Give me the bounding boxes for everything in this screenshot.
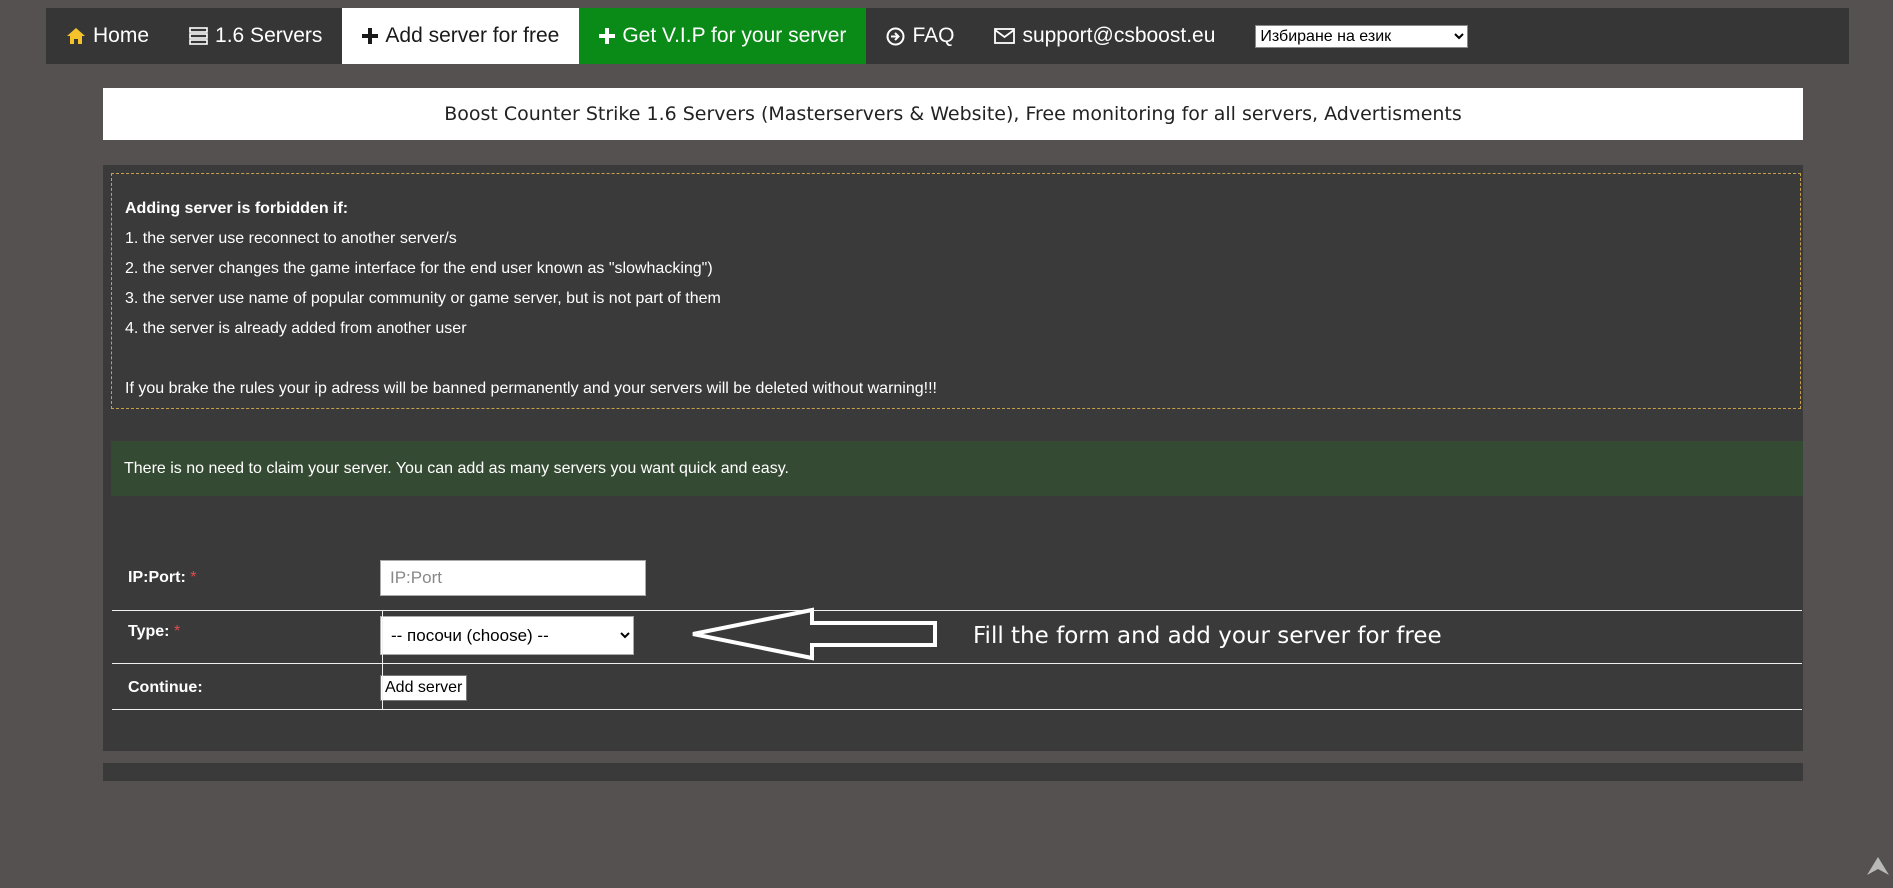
site-banner: Boost Counter Strike 1.6 Servers (Master… [103, 88, 1803, 140]
rules-box: Adding server is forbidden if: 1. the se… [111, 173, 1801, 409]
required-mark: * [190, 569, 197, 586]
nav-add-server-label: Add server for free [385, 24, 560, 47]
plus-icon [362, 28, 379, 44]
row-divider [112, 610, 1802, 611]
left-arrow-icon [692, 607, 937, 661]
row-divider [112, 663, 1802, 664]
rule-item: 3. the server use name of popular commun… [125, 290, 721, 307]
notice-text: There is no need to claim your server. Y… [124, 459, 789, 477]
type-select[interactable]: -- посочи (choose) -- [380, 616, 634, 655]
scroll-to-top-icon[interactable] [1866, 856, 1890, 878]
arrow-circle-icon [886, 27, 905, 46]
nav-servers-label: 1.6 Servers [215, 24, 323, 47]
nav-get-vip-label: Get V.I.P for your server [622, 24, 847, 47]
required-mark: * [173, 622, 181, 640]
rule-item: 4. the server is already added from anot… [125, 320, 467, 337]
main-panel: Adding server is forbidden if: 1. the se… [103, 165, 1803, 751]
ip-port-row: IP:Port: * [112, 560, 1802, 596]
nav-home[interactable]: Home [46, 8, 169, 64]
nav-servers[interactable]: 1.6 Servers [169, 8, 342, 64]
ip-port-input[interactable] [380, 560, 646, 596]
form-hint: Fill the form and add your server for fr… [973, 623, 1442, 649]
nav-faq-label: FAQ [912, 24, 955, 47]
nav-faq[interactable]: FAQ [866, 8, 974, 64]
nav-get-vip[interactable]: Get V.I.P for your server [579, 8, 867, 64]
ip-port-label: IP:Port: * [112, 569, 380, 587]
rules-heading: Adding server is forbidden if: [125, 200, 349, 217]
ip-port-label-text: IP:Port: [128, 569, 186, 586]
language-select[interactable]: Избиране на език [1255, 24, 1469, 48]
top-navigation: Home 1.6 Servers Add server for free Get… [46, 8, 1849, 64]
continue-row: Continue: Add server [112, 675, 1802, 701]
nav-support-email-label: support@csboost.eu [1022, 24, 1216, 47]
server-list-icon [189, 27, 208, 45]
continue-label: Continue: [128, 679, 203, 696]
rule-item: 1. the server use reconnect to another s… [125, 230, 457, 247]
nav-home-label: Home [93, 24, 150, 47]
row-divider [112, 709, 1802, 710]
banner-text: Boost Counter Strike 1.6 Servers (Master… [444, 103, 1462, 125]
rules-spacer [125, 344, 1787, 374]
nav-add-server[interactable]: Add server for free [342, 8, 580, 64]
type-label: Type: * [112, 623, 380, 641]
notice-box: There is no need to claim your server. Y… [111, 441, 1803, 496]
column-divider [382, 610, 383, 710]
home-icon [66, 27, 86, 45]
plus-icon [599, 28, 616, 44]
add-server-button[interactable]: Add server [380, 675, 468, 701]
rule-item: 2. the server changes the game interface… [125, 260, 713, 277]
envelope-icon [994, 28, 1016, 44]
footer-bar [103, 763, 1803, 781]
type-label-text: Type: [128, 622, 170, 640]
rules-warning: If you brake the rules your ip adress wi… [125, 380, 937, 397]
type-row: Type: * -- посочи (choose) -- [112, 616, 1802, 655]
nav-support-email[interactable]: support@csboost.eu [974, 8, 1235, 64]
